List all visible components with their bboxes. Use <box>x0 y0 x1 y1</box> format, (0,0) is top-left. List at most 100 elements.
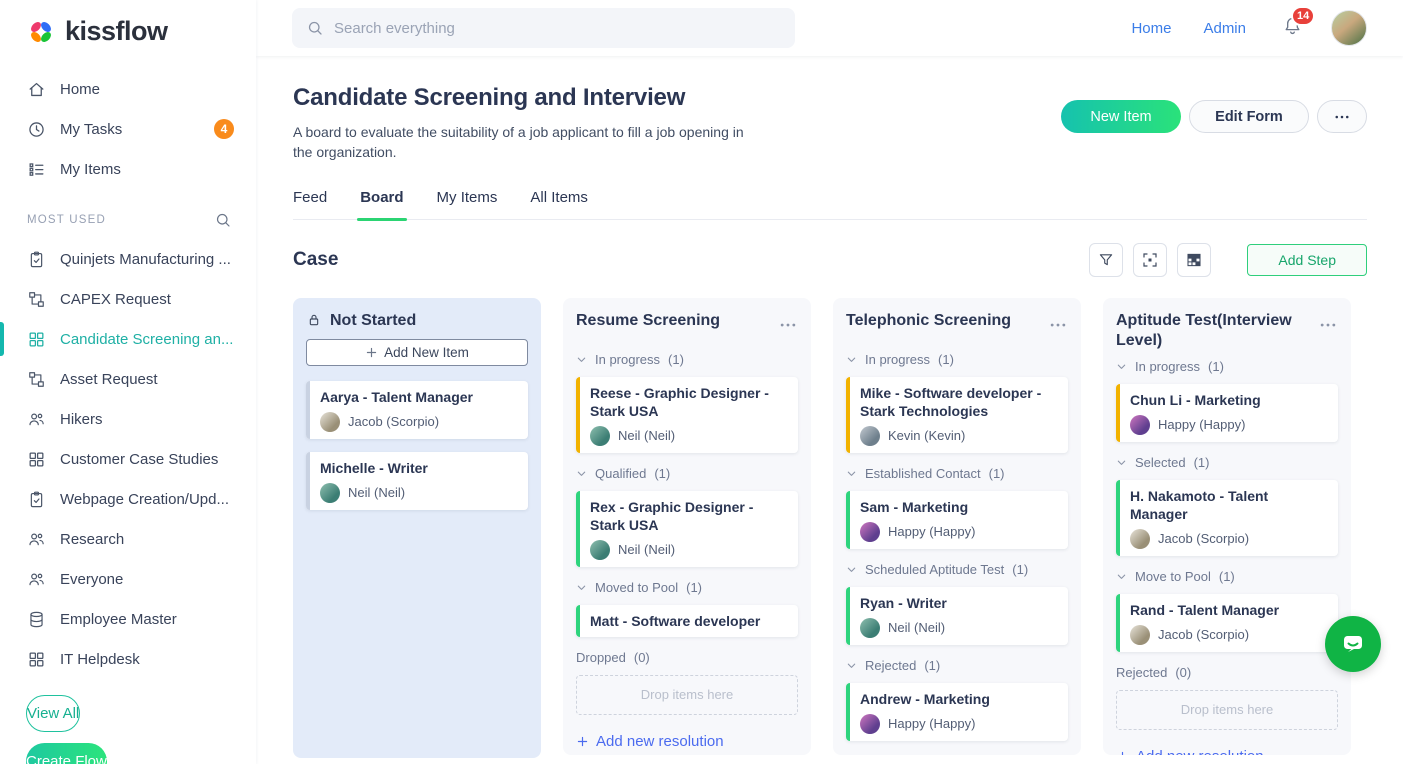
edit-form-button[interactable]: Edit Form <box>1189 100 1309 133</box>
sidebar-item-my-items[interactable]: My Items <box>0 149 256 189</box>
resolution-group-established-contact[interactable]: Established Contact (1) <box>846 466 1068 481</box>
add-new-resolution-link[interactable]: Add new resolution <box>846 754 1068 755</box>
table-view-button[interactable] <box>1177 242 1212 277</box>
dropzone[interactable]: Drop items here <box>576 674 798 715</box>
chevron-down-icon <box>1116 361 1127 372</box>
board-card-ryan-writer[interactable]: Ryan - Writer Neil (Neil) <box>846 586 1068 645</box>
sidebar-nav: Home My Tasks 4 My Items <box>0 69 256 189</box>
resolution-group-moved-to-pool[interactable]: Moved to Pool (1) <box>576 580 798 595</box>
board-header: Candidate Screening and Interview A boar… <box>293 84 751 163</box>
group-count: (1) <box>1218 568 1235 584</box>
board-card-andrew-marketing[interactable]: Andrew - Marketing Happy (Happy) <box>846 682 1068 741</box>
board-card-mike-software-developer-stark-technologies[interactable]: Mike - Software developer - Stark Techno… <box>846 376 1068 453</box>
sidebar-item-capex-request[interactable]: CAPEX Request <box>0 279 256 319</box>
topbar-link-admin[interactable]: Admin <box>1203 20 1246 37</box>
topbar-right: Home Admin 14 <box>1099 6 1367 46</box>
group-label-text: In progress <box>1135 358 1201 374</box>
expand-button[interactable] <box>1133 242 1168 277</box>
sidebar-item-it-helpdesk[interactable]: IT Helpdesk <box>0 639 256 679</box>
people-icon <box>27 570 46 589</box>
dropzone[interactable]: Drop items here <box>1116 689 1338 730</box>
column-title: Aptitude Test(Interview Level) <box>1116 311 1292 349</box>
resolution-group-rejected[interactable]: Rejected (1) <box>846 658 1068 673</box>
assignee-name: Jacob (Scorpio) <box>1158 531 1250 547</box>
card-assignee: Happy (Happy) <box>860 713 1056 736</box>
sidebar-item-quinjets-manufacturing[interactable]: Quinjets Manufacturing ... <box>0 239 256 279</box>
tab-my-items[interactable]: My Items <box>437 189 498 219</box>
card-assignee: Jacob (Scorpio) <box>1130 528 1326 551</box>
assignee-avatar <box>320 411 340 432</box>
board-card-sam-marketing[interactable]: Sam - Marketing Happy (Happy) <box>846 490 1068 549</box>
sidebar-item-hikers[interactable]: Hikers <box>0 399 256 439</box>
board-card-chun-li-marketing[interactable]: Chun Li - Marketing Happy (Happy) <box>1116 383 1338 442</box>
add-new-resolution-link[interactable]: Add new resolution <box>576 729 798 755</box>
group-count: (0) <box>1175 664 1192 680</box>
case-toolbar: Case Add Step <box>293 242 1367 277</box>
resolution-group-in-progress[interactable]: In progress (1) <box>846 352 1068 367</box>
board-card-michelle-writer[interactable]: Michelle - Writer Neil (Neil) <box>306 451 528 510</box>
sidebar-search-icon[interactable] <box>214 211 232 229</box>
sidebar-item-employee-master[interactable]: Employee Master <box>0 599 256 639</box>
sidebar-item-research[interactable]: Research <box>0 519 256 559</box>
card-title: Ryan - Writer <box>860 594 947 611</box>
resolution-group-in-progress[interactable]: In progress (1) <box>576 352 798 367</box>
chat-widget-button[interactable] <box>1325 616 1381 672</box>
column-title: Resume Screening <box>576 311 721 329</box>
sidebar-item-customer-case-studies[interactable]: Customer Case Studies <box>0 439 256 479</box>
column-menu-button[interactable] <box>1040 311 1068 344</box>
board-card-rand-talent-manager[interactable]: Rand - Talent Manager Jacob (Scorpio) <box>1116 593 1338 652</box>
new-item-button[interactable]: New Item <box>1061 100 1181 133</box>
sidebar-item-label: IT Helpdesk <box>60 650 140 668</box>
create-flow-button[interactable]: Create Flow <box>26 743 107 764</box>
column-menu-button[interactable] <box>770 311 798 344</box>
tab-all-items[interactable]: All Items <box>530 189 588 219</box>
resolution-group-in-progress[interactable]: In progress (1) <box>1116 359 1338 374</box>
chevron-down-icon <box>1116 457 1127 468</box>
add-new-resolution-link[interactable]: Add new resolution <box>1116 744 1338 755</box>
board-card-aarya-talent-manager[interactable]: Aarya - Talent Manager Jacob (Scorpio) <box>306 380 528 439</box>
board-card-h-nakamoto-talent-manager[interactable]: H. Nakamoto - Talent Manager Jacob (Scorp… <box>1116 479 1338 556</box>
tab-feed[interactable]: Feed <box>293 189 327 219</box>
view-all-button[interactable]: View All <box>26 695 81 732</box>
resolution-group-scheduled-aptitude-test[interactable]: Scheduled Aptitude Test (1) <box>846 562 1068 577</box>
sidebar-item-asset-request[interactable]: Asset Request <box>0 359 256 399</box>
page-description: A board to evaluate the suitability of a… <box>293 124 744 161</box>
sidebar-item-candidate-screening-an[interactable]: Candidate Screening an... <box>0 319 256 359</box>
search-input[interactable] <box>334 19 781 37</box>
card-assignee: Neil (Neil) <box>590 425 786 448</box>
user-avatar[interactable] <box>1331 10 1367 46</box>
notifications-button[interactable]: 14 <box>1282 6 1316 41</box>
add-step-button[interactable]: Add Step <box>1247 243 1367 276</box>
plus-icon <box>365 346 378 359</box>
assignee-avatar <box>1130 624 1150 645</box>
table-grid-icon <box>1185 251 1203 269</box>
resolution-group-qualified[interactable]: Qualified (1) <box>576 466 798 481</box>
resolution-group-selected[interactable]: Selected (1) <box>1116 455 1338 470</box>
assignee-avatar <box>860 713 880 734</box>
resolution-group-move-to-pool[interactable]: Move to Pool (1) <box>1116 569 1338 584</box>
board-card-reese-graphic-designer-stark-usa[interactable]: Reese - Graphic Designer - Stark USA Neil… <box>576 376 798 453</box>
board-card-matt-software-developer[interactable]: Matt - Software developer <box>576 604 798 637</box>
sidebar-item-webpage-creation-upd[interactable]: Webpage Creation/Upd... <box>0 479 256 519</box>
assignee-name: Neil (Neil) <box>618 428 676 444</box>
board-card-rex-graphic-designer-stark-usa[interactable]: Rex - Graphic Designer - Stark USA Neil (… <box>576 490 798 567</box>
add-new-item-button[interactable]: Add New Item <box>306 338 528 366</box>
chevron-down-icon <box>846 564 857 575</box>
sidebar-item-my-tasks[interactable]: My Tasks 4 <box>0 109 256 149</box>
topbar-link-home[interactable]: Home <box>1131 20 1171 37</box>
most-used-section-header: MOST USED <box>0 211 256 229</box>
sidebar-item-home[interactable]: Home <box>0 69 256 109</box>
assignee-name: Neil (Neil) <box>618 542 676 558</box>
more-options-button[interactable] <box>1317 100 1367 133</box>
tab-board[interactable]: Board <box>357 189 407 221</box>
page-title: Candidate Screening and Interview <box>293 84 686 111</box>
global-search[interactable] <box>292 8 795 48</box>
sidebar-item-label: Candidate Screening an... <box>60 330 234 348</box>
board: Not Started Add New Item Aarya - Talent Ma… <box>293 297 1367 758</box>
kissflow-logo[interactable]: kissflow <box>0 0 256 47</box>
chevron-down-icon <box>576 468 587 479</box>
assignee-avatar <box>860 617 880 638</box>
filter-button[interactable] <box>1089 242 1124 277</box>
sidebar-item-everyone[interactable]: Everyone <box>0 559 256 599</box>
column-menu-button[interactable] <box>1310 311 1338 344</box>
